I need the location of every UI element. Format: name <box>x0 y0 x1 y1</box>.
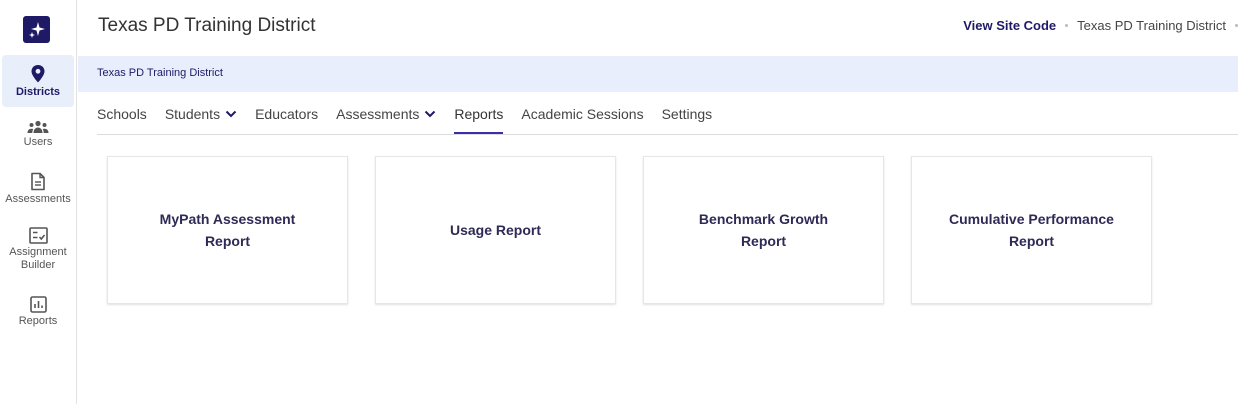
breadcrumb: Texas PD Training District <box>78 56 1238 92</box>
tab-students[interactable]: Students <box>165 106 237 135</box>
report-card-title: MyPath Assessment Report <box>159 211 296 249</box>
separator-dot <box>1065 24 1069 27</box>
users-icon <box>27 120 49 133</box>
tab-label: Schools <box>97 106 147 122</box>
report-card-usage[interactable]: Usage Report <box>375 156 616 304</box>
report-card-cumulative-performance[interactable]: Cumulative Performance Report <box>911 156 1152 304</box>
report-card-mypath-assessment[interactable]: MyPath Assessment Report <box>107 156 348 304</box>
app-logo[interactable] <box>23 16 50 43</box>
breadcrumb-item[interactable]: Texas PD Training District <box>97 67 223 79</box>
sidebar-item-assignment-builder[interactable]: Assignment Builder <box>2 227 74 272</box>
tab-divider <box>97 134 1238 135</box>
tab-label: Educators <box>255 106 319 122</box>
header-district-name: Texas PD Training District <box>1077 18 1226 33</box>
tab-assessments[interactable]: Assessments <box>336 106 436 135</box>
page-title: Texas PD Training District <box>98 15 316 36</box>
sidebar-item-assessments[interactable]: Assessments <box>2 172 74 206</box>
document-icon <box>31 172 45 191</box>
checklist-icon <box>28 227 48 244</box>
sidebar-item-label: Reports <box>18 315 58 327</box>
tab-label: Assessments <box>336 106 420 122</box>
header-actions: View Site Code Texas PD Training Distric… <box>963 18 1238 33</box>
tab-label: Students <box>164 106 221 122</box>
tab-educators[interactable]: Educators <box>255 106 318 135</box>
sidebar-item-users[interactable]: Users <box>2 120 74 149</box>
tab-reports[interactable]: Reports <box>454 106 504 135</box>
sidebar: Districts Users Assessments Assignment B… <box>0 0 77 404</box>
report-card-title: Usage Report <box>449 222 542 238</box>
sidebar-item-label: Users <box>23 136 53 148</box>
tab-settings[interactable]: Settings <box>662 106 713 135</box>
sidebar-item-label: Assignment Builder <box>9 246 67 271</box>
sidebar-item-label: Districts <box>15 86 61 98</box>
view-site-code-link[interactable]: View Site Code <box>963 18 1056 33</box>
chevron-down-icon <box>425 110 436 118</box>
bar-chart-icon <box>29 296 47 313</box>
tab-label: Settings <box>661 106 713 122</box>
sparkle-icon <box>29 22 45 38</box>
tab-label: Academic Sessions <box>521 106 644 122</box>
report-card-title: Cumulative Performance Report <box>949 211 1114 249</box>
location-pin-icon <box>31 65 45 83</box>
sidebar-item-reports[interactable]: Reports <box>2 296 74 328</box>
report-card-title: Benchmark Growth Report <box>698 211 829 249</box>
tab-academic-sessions[interactable]: Academic Sessions <box>521 106 643 135</box>
report-card-benchmark-growth[interactable]: Benchmark Growth Report <box>643 156 884 304</box>
tab-schools[interactable]: Schools <box>97 106 147 135</box>
sidebar-item-districts[interactable]: Districts <box>2 55 74 107</box>
chevron-down-icon <box>225 110 237 118</box>
tab-label: Reports <box>454 106 504 122</box>
sidebar-item-label: Assessments <box>5 193 71 205</box>
tab-bar: Schools Students Educators Assessments R… <box>97 106 730 135</box>
